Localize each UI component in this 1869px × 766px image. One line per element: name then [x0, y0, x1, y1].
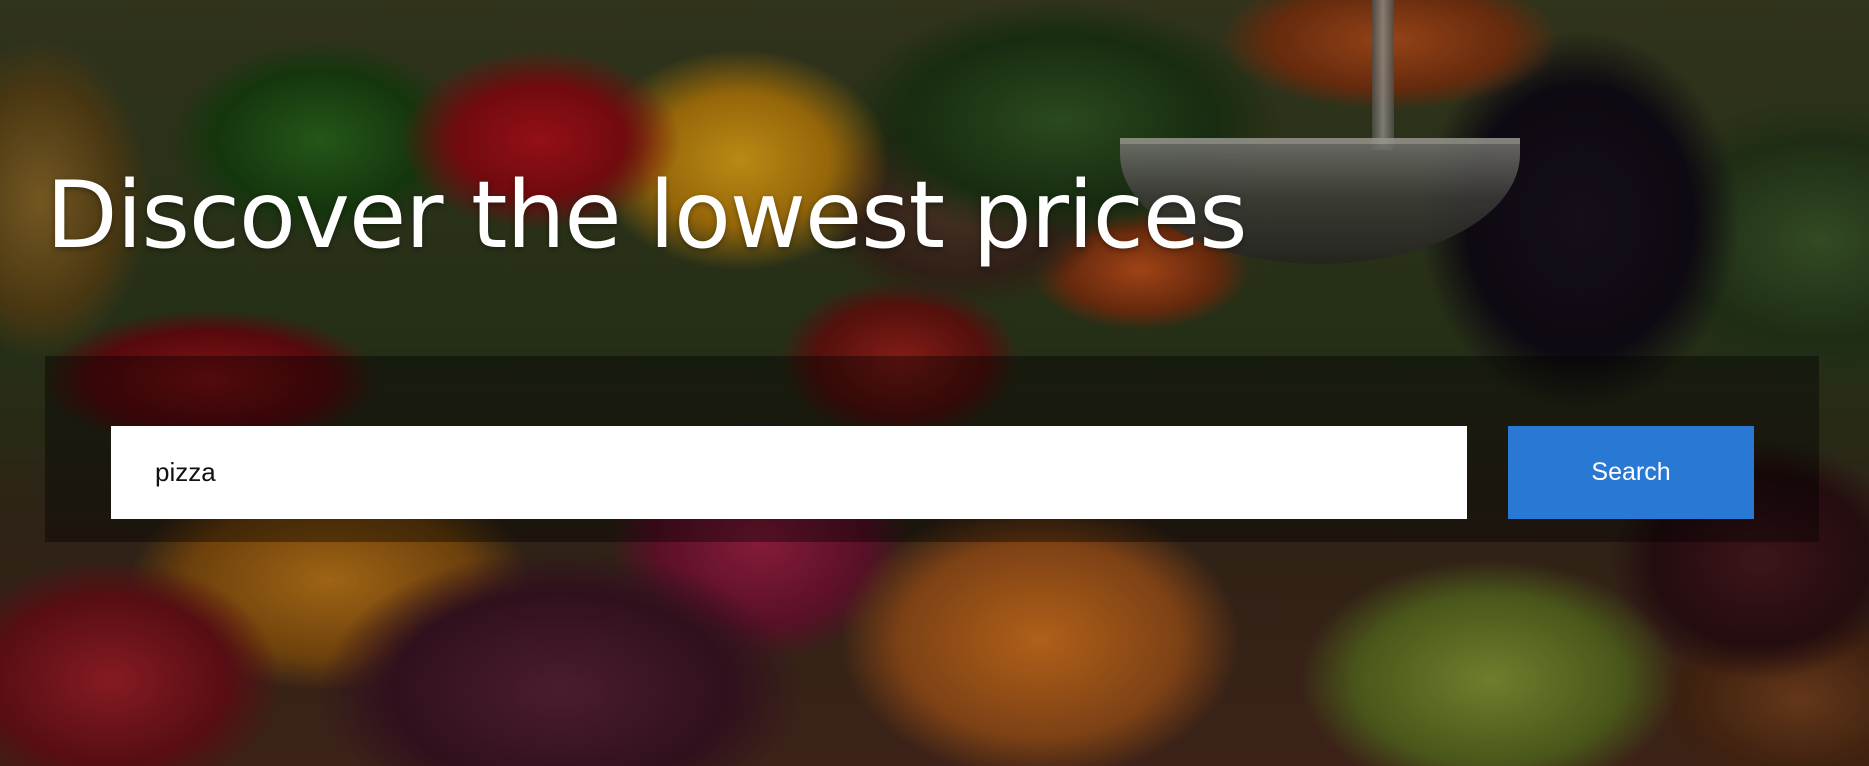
search-button[interactable]: Search — [1508, 426, 1754, 519]
search-input-container — [111, 426, 1467, 519]
hero-headline: Discover the lowest prices — [46, 161, 1248, 269]
search-input[interactable] — [111, 426, 1467, 519]
